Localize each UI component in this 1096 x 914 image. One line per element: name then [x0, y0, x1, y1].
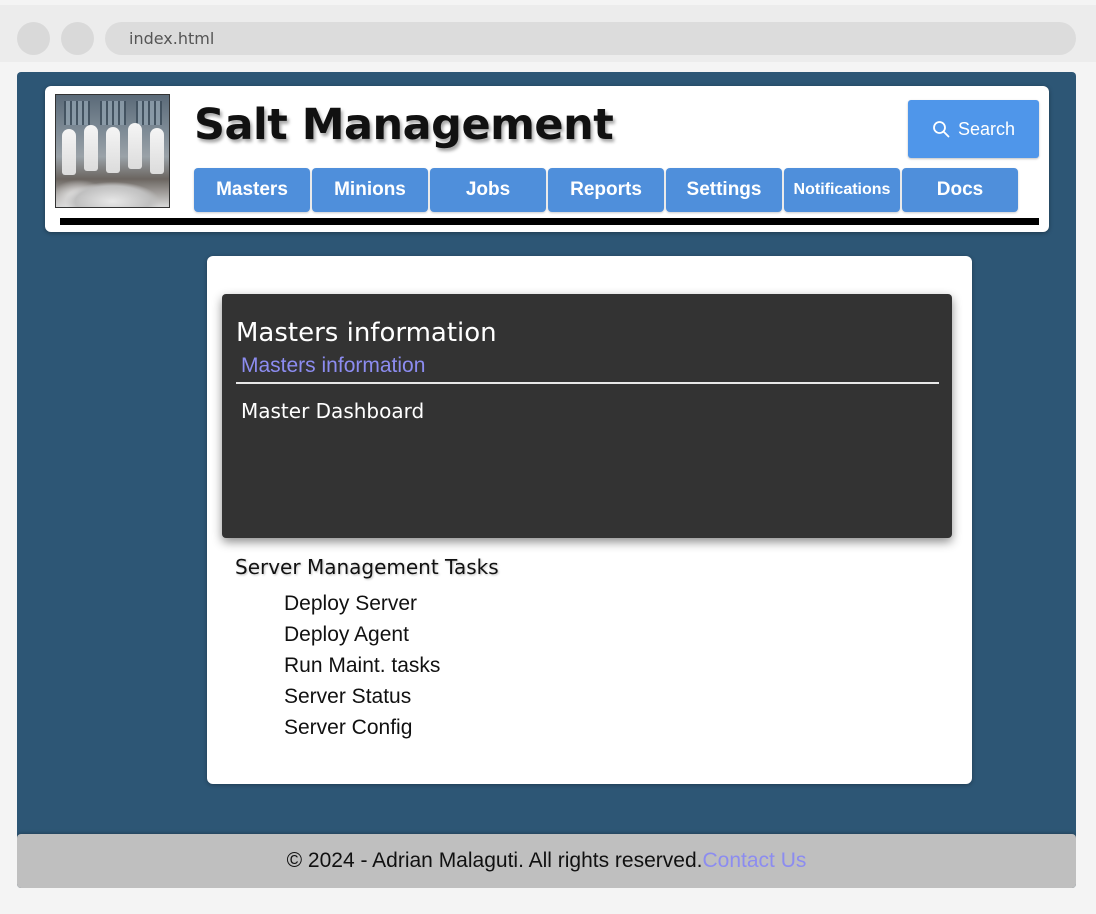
task-server-config[interactable]: Server Config [284, 712, 440, 743]
logo-window [64, 101, 90, 125]
footer-copyright: © 2024 - Adrian Malaguti. All rights res… [286, 849, 703, 872]
main-content-card: Masters information Masters information … [207, 256, 972, 784]
site-logo-image [55, 94, 170, 208]
contact-us-link[interactable]: Contact Us [702, 849, 806, 873]
nav-jobs[interactable]: Jobs [430, 168, 546, 212]
search-icon [932, 120, 950, 138]
logo-figure [62, 129, 76, 175]
master-dashboard-label: Master Dashboard [241, 399, 425, 423]
tasks-list: Deploy Server Deploy Agent Run Maint. ta… [284, 588, 440, 743]
site-header: Salt Management Search Masters Minions J… [45, 86, 1049, 232]
site-title: Salt Management [194, 100, 614, 150]
nav-settings[interactable]: Settings [666, 168, 782, 212]
site-footer: © 2024 - Adrian Malaguti. All rights res… [17, 834, 1076, 888]
logo-figure [128, 123, 142, 169]
logo-figure [150, 128, 164, 174]
panel-subtitle-link[interactable]: Masters information [241, 354, 425, 378]
logo-figure [106, 127, 120, 173]
search-button-label: Search [957, 118, 1016, 139]
address-bar[interactable]: index.html [105, 22, 1076, 55]
nav-minions[interactable]: Minions [312, 168, 428, 212]
task-deploy-server[interactable]: Deploy Server [284, 588, 440, 619]
panel-title: Masters information [236, 318, 497, 348]
main-nav: Masters Minions Jobs Reports Settings No… [194, 168, 1018, 212]
page-body: Salt Management Search Masters Minions J… [17, 72, 1076, 888]
search-button[interactable]: Search [908, 100, 1039, 158]
nav-reports[interactable]: Reports [548, 168, 664, 212]
task-run-maint[interactable]: Run Maint. tasks [284, 650, 440, 681]
masters-info-panel: Masters information Masters information … [222, 294, 952, 538]
task-server-status[interactable]: Server Status [284, 681, 440, 712]
nav-notifications[interactable]: Notifications [784, 168, 900, 212]
logo-window [136, 101, 162, 125]
logo-window [100, 101, 126, 125]
logo-figure [84, 125, 98, 171]
window-control-dot[interactable] [61, 22, 94, 55]
nav-docs[interactable]: Docs [902, 168, 1018, 212]
tasks-heading: Server Management Tasks [235, 555, 499, 579]
header-divider [60, 218, 1039, 225]
window-control-dot[interactable] [17, 22, 50, 55]
nav-masters[interactable]: Masters [194, 168, 310, 212]
browser-chrome: index.html [0, 5, 1096, 62]
panel-divider [236, 382, 939, 384]
task-deploy-agent[interactable]: Deploy Agent [284, 619, 440, 650]
